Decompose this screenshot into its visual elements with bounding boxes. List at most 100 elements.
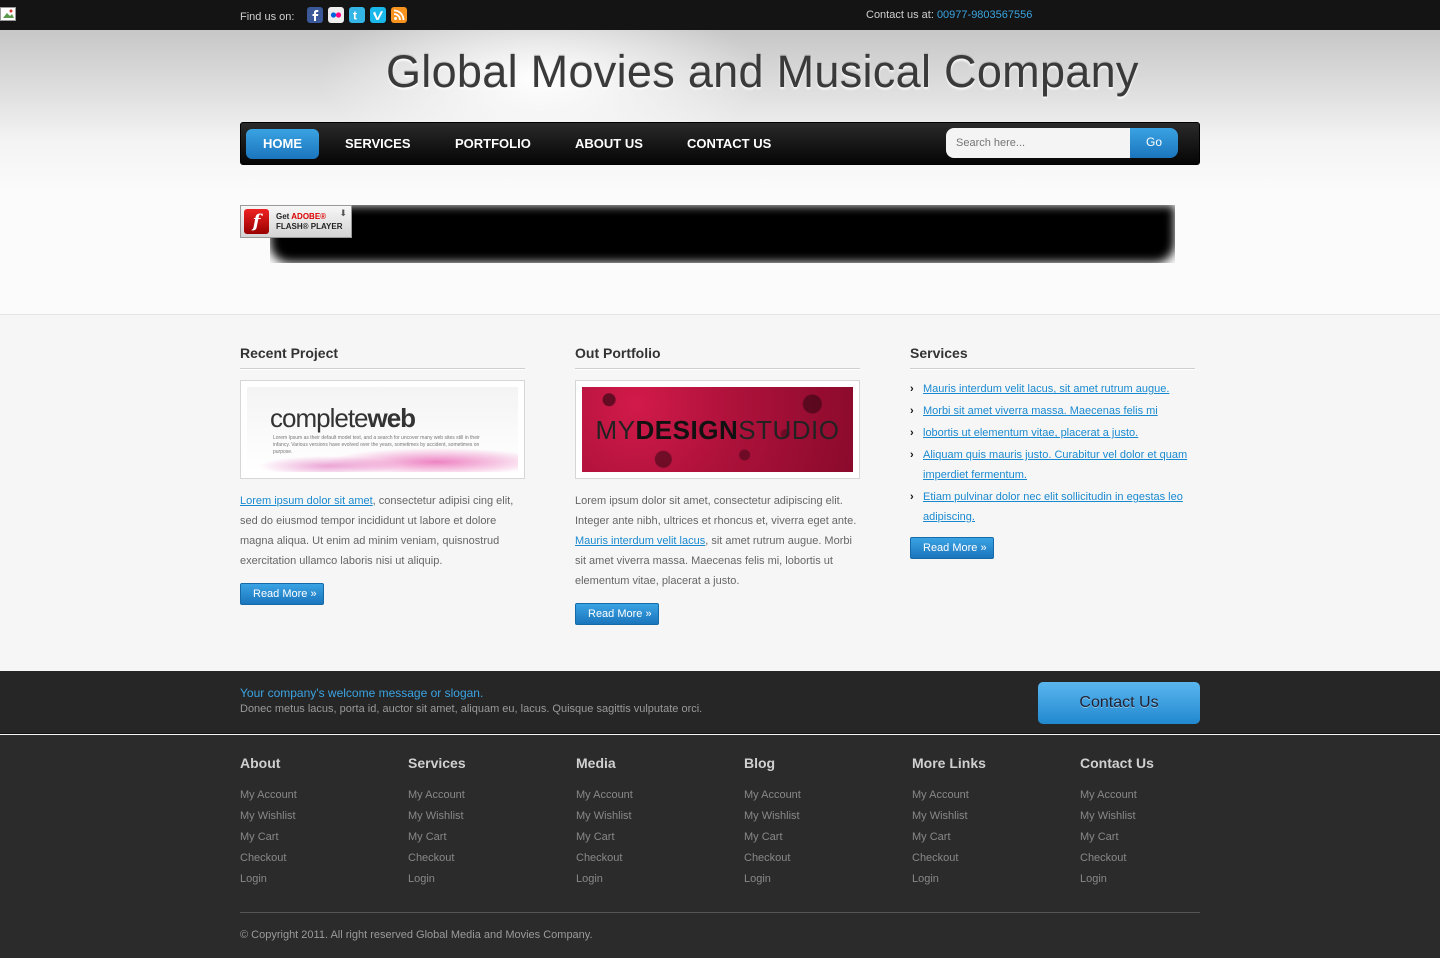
nav-portfolio[interactable]: PORTFOLIO: [455, 129, 531, 159]
nav-home[interactable]: HOME: [246, 129, 319, 159]
footer-divider: [240, 912, 1200, 913]
main-nav: HOME SERVICES PORTFOLIO ABOUT US CONTACT…: [240, 122, 1200, 165]
footer-link[interactable]: My Cart: [744, 827, 904, 848]
flash-banner: f Get ADOBE® FLASH® PLAYER ⬇: [240, 205, 1180, 267]
social-links: t: [307, 7, 407, 23]
footer-link[interactable]: Checkout: [744, 848, 904, 869]
footer-link[interactable]: Login: [1080, 869, 1240, 890]
portfolio-read-more-button[interactable]: Read More »: [575, 603, 659, 625]
footer-col-title: About: [240, 755, 281, 771]
footer-link[interactable]: My Account: [240, 785, 400, 806]
chevron-right-icon: ›: [910, 491, 914, 503]
footer-col-more-links: More Links My Account My Wishlist My Car…: [912, 755, 1072, 890]
banner-placeholder: [270, 205, 1175, 263]
recent-project-section: Recent Project completeweb Lorem Ipsum a…: [240, 345, 525, 605]
copyright: © Copyright 2011. All right reserved Glo…: [240, 929, 593, 941]
phone-link[interactable]: 00977-9803567556: [937, 9, 1032, 21]
chevron-right-icon: ›: [910, 405, 914, 417]
service-link[interactable]: lobortis ut elementum vitae, placerat a …: [923, 427, 1138, 439]
portfolio-link[interactable]: Mauris interdum velit lacus: [575, 535, 705, 547]
footer-link[interactable]: My Account: [912, 785, 1072, 806]
nav-contact-us[interactable]: CONTACT US: [687, 129, 771, 159]
footer-col-contact-us: Contact Us My Account My Wishlist My Car…: [1080, 755, 1240, 890]
contact-label: Contact us at:: [866, 9, 934, 21]
footer-link[interactable]: Checkout: [576, 848, 736, 869]
footer-link[interactable]: My Account: [744, 785, 904, 806]
search-go-button[interactable]: Go: [1130, 128, 1178, 158]
list-item: › Etiam pulvinar dolor nec elit sollicitu…: [910, 487, 1195, 527]
footer-link[interactable]: My Wishlist: [1080, 806, 1240, 827]
footer-link[interactable]: My Cart: [1080, 827, 1240, 848]
portfolio-section: Out Portfolio MYDESIGNSTUDIO Lorem ipsum…: [575, 345, 860, 625]
services-section: Services › Mauris interdum velit lacus, s…: [910, 345, 1195, 559]
welcome-title: Your company's welcome message or slogan…: [240, 686, 484, 700]
welcome-subtitle: Donec metus lacus, porta id, auctor sit …: [240, 703, 703, 715]
flash-icon: f: [244, 209, 269, 234]
chevron-right-icon: ›: [910, 449, 914, 461]
contact-us-button[interactable]: Contact Us: [1038, 682, 1200, 724]
footer-link[interactable]: My Cart: [912, 827, 1072, 848]
search-input[interactable]: [946, 128, 1130, 158]
service-link[interactable]: Morbi sit amet viverra massa. Maecenas f…: [923, 405, 1158, 417]
footer-link[interactable]: Login: [408, 869, 568, 890]
find-us-label: Find us on:: [240, 11, 295, 23]
recent-read-more-button[interactable]: Read More »: [240, 583, 324, 605]
services-read-more-button[interactable]: Read More »: [910, 537, 994, 559]
footer-link[interactable]: My Wishlist: [240, 806, 400, 827]
footer-col-title: Blog: [744, 755, 776, 771]
footer-link[interactable]: My Account: [1080, 785, 1240, 806]
chevron-right-icon: ›: [910, 383, 914, 395]
twitter-icon[interactable]: t: [349, 7, 365, 23]
portfolio-text: Lorem ipsum dolor sit amet, consectetur …: [575, 495, 857, 587]
top-bar: Find us on: t Contact us at: 00977-98035…: [0, 0, 1440, 30]
footer-link[interactable]: My Account: [576, 785, 736, 806]
footer-link[interactable]: My Wishlist: [576, 806, 736, 827]
footer-link[interactable]: Checkout: [240, 848, 400, 869]
get-flash-player-button[interactable]: f Get ADOBE® FLASH® PLAYER ⬇: [240, 205, 352, 238]
nav-services[interactable]: SERVICES: [345, 129, 411, 159]
service-link[interactable]: Aliquam quis mauris justo. Curabitur vel…: [923, 449, 1187, 481]
footer-link[interactable]: My Wishlist: [912, 806, 1072, 827]
recent-project-link[interactable]: Lorem ipsum dolor sit amet: [240, 495, 373, 507]
footer-col-media: Media My Account My Wishlist My Cart Che…: [576, 755, 736, 890]
flickr-icon[interactable]: [328, 7, 344, 23]
footer: About My Account My Wishlist My Cart Che…: [0, 735, 1440, 958]
footer-link[interactable]: My Cart: [240, 827, 400, 848]
footer-link[interactable]: My Cart: [408, 827, 568, 848]
thumb-caption: Lorem Ipsum as their default model text,…: [273, 435, 480, 455]
footer-link[interactable]: My Account: [408, 785, 568, 806]
header: Global Movies and Musical Company HOME S…: [0, 30, 1440, 315]
service-link[interactable]: Mauris interdum velit lacus, sit amet ru…: [923, 383, 1169, 395]
footer-link[interactable]: Login: [912, 869, 1072, 890]
portfolio-thumb[interactable]: MYDESIGNSTUDIO: [575, 380, 860, 479]
footer-col-title: Media: [576, 755, 616, 771]
portfolio-title: Out Portfolio: [575, 345, 860, 369]
footer-link[interactable]: Checkout: [1080, 848, 1240, 869]
list-item: › Morbi sit amet viverra massa. Maecenas …: [910, 401, 1195, 421]
flash-text: Get ADOBE® FLASH® PLAYER: [276, 212, 343, 231]
footer-link[interactable]: My Wishlist: [744, 806, 904, 827]
site-title[interactable]: Global Movies and Musical Company: [386, 46, 1139, 98]
footer-link[interactable]: Checkout: [912, 848, 1072, 869]
footer-col-services: Services My Account My Wishlist My Cart …: [408, 755, 568, 890]
footer-link[interactable]: My Cart: [576, 827, 736, 848]
footer-col-about: About My Account My Wishlist My Cart Che…: [240, 755, 400, 890]
mydesignstudio-logo: MYDESIGNSTUDIO: [595, 415, 840, 445]
footer-col-title: Services: [408, 755, 466, 771]
footer-link[interactable]: Login: [240, 869, 400, 890]
facebook-icon[interactable]: [307, 7, 323, 23]
nav-about-us[interactable]: ABOUT US: [575, 129, 643, 159]
services-title: Services: [910, 345, 1195, 369]
recent-project-title: Recent Project: [240, 345, 525, 369]
list-item: › Mauris interdum velit lacus, sit amet r…: [910, 379, 1195, 399]
footer-link[interactable]: My Wishlist: [408, 806, 568, 827]
rss-icon[interactable]: [391, 7, 407, 23]
recent-project-thumb[interactable]: completeweb Lorem Ipsum as their default…: [240, 380, 525, 479]
vimeo-icon[interactable]: [370, 7, 386, 23]
svg-text:t: t: [353, 9, 357, 23]
service-link[interactable]: Etiam pulvinar dolor nec elit sollicitud…: [923, 491, 1183, 523]
footer-link[interactable]: Checkout: [408, 848, 568, 869]
footer-link[interactable]: Login: [576, 869, 736, 890]
chevron-right-icon: ›: [910, 427, 914, 439]
footer-link[interactable]: Login: [744, 869, 904, 890]
